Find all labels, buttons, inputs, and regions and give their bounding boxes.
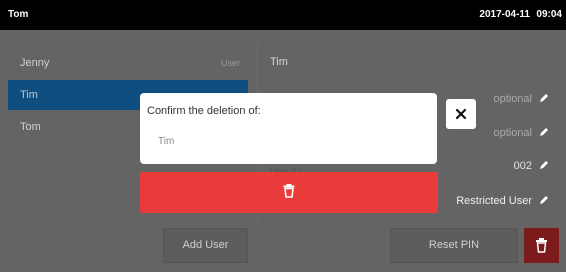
dialog-close-button[interactable] bbox=[446, 99, 476, 129]
close-icon bbox=[455, 108, 467, 120]
confirm-delete-button[interactable] bbox=[140, 172, 438, 213]
user-id-value: 002 bbox=[513, 160, 532, 172]
current-user: Tom bbox=[8, 9, 29, 20]
user-role: User bbox=[220, 58, 240, 68]
optional-field-2: optional bbox=[493, 127, 532, 139]
delete-user-button[interactable] bbox=[524, 228, 559, 263]
optional-field-1: optional bbox=[493, 93, 532, 105]
user-list-item-jenny[interactable]: Jenny User bbox=[8, 48, 248, 78]
user-name: Tim bbox=[20, 89, 38, 101]
edit-pencil-icon[interactable] bbox=[538, 193, 550, 205]
detail-name: Tim bbox=[270, 56, 288, 68]
confirm-dialog: Confirm the deletion of: Tim bbox=[140, 93, 437, 164]
trash-icon bbox=[536, 238, 547, 253]
user-name: Tom bbox=[20, 121, 41, 133]
time-display: 09:04 bbox=[536, 9, 562, 20]
add-user-button[interactable]: Add User bbox=[163, 228, 248, 263]
reset-pin-button[interactable]: Reset PIN bbox=[390, 228, 518, 263]
date-display: 2017-04-11 bbox=[479, 9, 530, 20]
edit-pencil-icon[interactable] bbox=[538, 125, 550, 137]
dialog-title: Confirm the deletion of: bbox=[147, 105, 261, 117]
trash-icon bbox=[283, 184, 295, 198]
user-role-value: Restricted User bbox=[456, 195, 532, 207]
edit-pencil-icon[interactable] bbox=[538, 91, 550, 103]
top-status-bar: Tom 2017-04-11 09:04 bbox=[0, 0, 566, 30]
dialog-user-name: Tim bbox=[158, 136, 175, 147]
user-name: Jenny bbox=[20, 57, 50, 69]
edit-pencil-icon[interactable] bbox=[538, 158, 550, 170]
